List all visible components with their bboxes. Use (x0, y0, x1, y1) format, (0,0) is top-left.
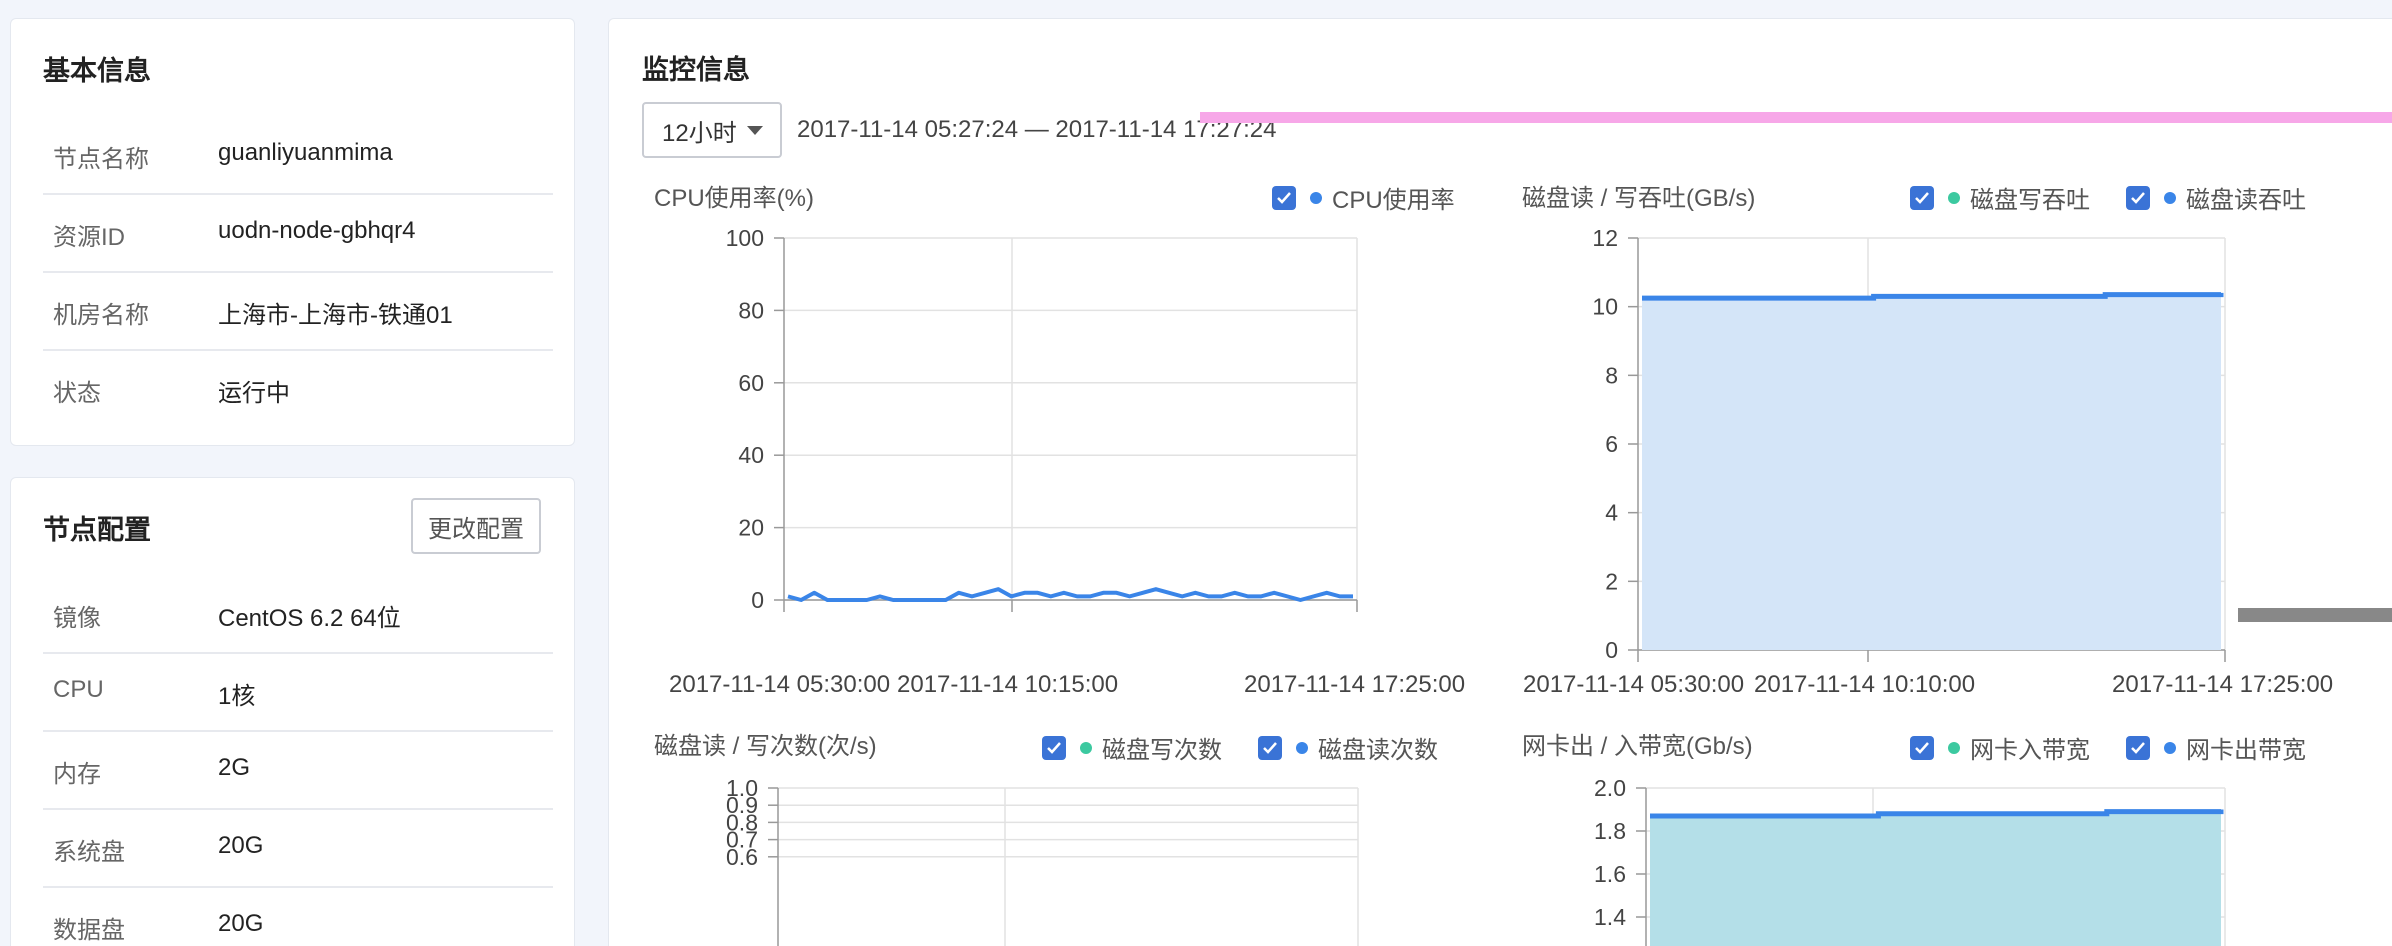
y-tick-label: 0.6 (726, 844, 758, 870)
series-line (787, 587, 1353, 602)
y-tick-label: 100 (726, 225, 764, 251)
y-tick-label: 80 (738, 297, 764, 323)
y-tick-label: 1.8 (1594, 818, 1626, 844)
y-tick-label: 4 (1605, 500, 1618, 526)
x-tick-label: 2017-11-14 17:25:00 (1244, 671, 1466, 698)
y-tick-label: 60 (738, 370, 764, 396)
y-tick-label: 10 (1592, 294, 1618, 320)
x-tick-label: 2017-11-14 05:30:00 (1523, 671, 1745, 698)
y-tick-label: 6 (1605, 431, 1618, 457)
y-tick-label: 20 (738, 515, 764, 541)
x-tick-label: 2017-11-14 05:30:00 (669, 671, 891, 698)
cpu-usage-chart: 0204060801000246810121.00.90.80.70.62.01… (726, 225, 2226, 946)
x-tick-label: 2017-11-14 17:25:00 (2112, 671, 2334, 698)
y-tick-label: 1.4 (1594, 904, 1626, 930)
series-area (1642, 292, 2221, 650)
y-tick-label: 8 (1605, 362, 1618, 388)
y-tick-label: 0 (751, 587, 764, 613)
x-tick-label: 2017-11-14 10:10:00 (1754, 671, 1976, 698)
series-area (1650, 809, 2221, 946)
x-tick-label: 2017-11-14 10:15:00 (897, 671, 1119, 698)
y-tick-label: 40 (738, 442, 764, 468)
y-tick-label: 0 (1605, 637, 1618, 663)
y-tick-label: 2 (1605, 568, 1618, 594)
y-tick-label: 12 (1592, 225, 1618, 251)
y-tick-label: 2.0 (1594, 775, 1626, 801)
y-tick-label: 1.6 (1594, 861, 1626, 887)
